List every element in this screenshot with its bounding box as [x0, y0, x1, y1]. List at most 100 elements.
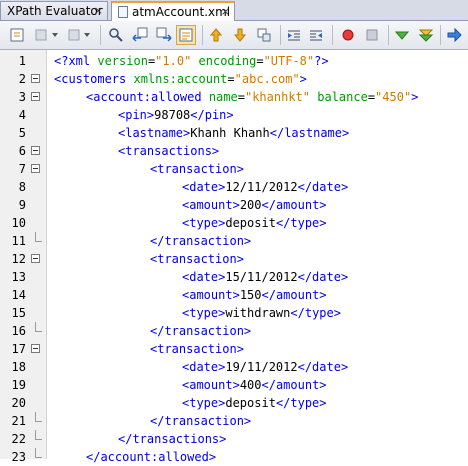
- code-line[interactable]: 14 <amount>150</amount>: [0, 286, 468, 304]
- chevron-down-icon[interactable]: [50, 25, 60, 45]
- shift-right-icon[interactable]: [306, 25, 326, 45]
- line-number: 8: [18, 180, 26, 194]
- code-text: <transaction>: [150, 162, 244, 176]
- code-text: <?xml version="1.0" encoding="UTF-8"?>: [54, 54, 329, 68]
- code-text: </transactions>: [118, 432, 227, 446]
- code-text: <type>deposit</type>: [182, 396, 327, 410]
- chevron-down-icon[interactable]: [82, 25, 92, 45]
- forward-icon[interactable]: [64, 25, 84, 45]
- fold-toggle-icon[interactable]: [31, 146, 40, 155]
- code-line[interactable]: 23 </account:allowed>: [0, 448, 468, 466]
- code-line[interactable]: 2 <customers xmlns:account="abc.com">: [0, 70, 468, 88]
- line-number: 12: [11, 252, 26, 266]
- code-line[interactable]: 4 <pin>98708</pin>: [0, 106, 468, 124]
- xml-editor[interactable]: 1 <?xml version="1.0" encoding="UTF-8"?> 2…: [0, 50, 468, 464]
- toolbar-separator: [280, 25, 281, 45]
- code-line[interactable]: 1 <?xml version="1.0" encoding="UTF-8"?>: [0, 52, 468, 70]
- check-xml-icon[interactable]: [392, 25, 412, 45]
- validate-xml-icon[interactable]: [416, 25, 436, 45]
- line-number: 16: [11, 324, 26, 338]
- tab-atmaccount-xml[interactable]: atmAccount.xml ×: [111, 1, 235, 21]
- fold-toggle-icon[interactable]: [31, 92, 40, 101]
- line-number: 20: [11, 396, 26, 410]
- line-number: 19: [11, 378, 26, 392]
- line-number: 22: [11, 432, 26, 446]
- find-icon[interactable]: [106, 25, 126, 45]
- next-bookmark-icon[interactable]: [230, 25, 250, 45]
- fold-toggle-icon[interactable]: [31, 344, 40, 353]
- code-line[interactable]: 19 <amount>400</amount>: [0, 376, 468, 394]
- code-text: <date>12/11/2012</date>: [182, 180, 349, 194]
- source-history-icon[interactable]: [8, 25, 28, 45]
- code-text: <date>15/11/2012</date>: [182, 270, 349, 284]
- code-text: <pin>98708</pin>: [118, 108, 234, 122]
- line-number: 2: [18, 72, 26, 86]
- tab-xpath-evaluator[interactable]: XPath Evaluator ×: [0, 1, 108, 20]
- close-icon[interactable]: ×: [94, 2, 103, 20]
- close-icon[interactable]: ×: [221, 3, 230, 21]
- code-text: <amount>400</amount>: [182, 378, 327, 392]
- code-line[interactable]: 6 <transactions>: [0, 142, 468, 160]
- fold-end-marker: [35, 448, 42, 458]
- code-text: <amount>200</amount>: [182, 198, 327, 212]
- code-line[interactable]: 22 </transactions>: [0, 430, 468, 448]
- code-text: <transaction>: [150, 342, 244, 356]
- toolbar-separator: [388, 25, 389, 45]
- fold-toggle-icon[interactable]: [31, 164, 40, 173]
- code-text: <lastname>Khanh Khanh</lastname>: [118, 126, 350, 140]
- fold-end-marker: [35, 430, 42, 440]
- code-line[interactable]: 7 <transaction>: [0, 160, 468, 178]
- code-line[interactable]: 3 <account:allowed name="khanhkt" balance…: [0, 88, 468, 106]
- toggle-highlight-icon[interactable]: [176, 25, 196, 45]
- fold-end-marker: [35, 412, 42, 422]
- code-line[interactable]: 11 </transaction>: [0, 232, 468, 250]
- toggle-bookmark-icon[interactable]: [254, 25, 274, 45]
- back-icon[interactable]: [32, 25, 52, 45]
- line-number: 18: [11, 360, 26, 374]
- line-number: 7: [18, 162, 26, 176]
- line-number: 5: [18, 126, 26, 140]
- code-line[interactable]: 21 </transaction>: [0, 412, 468, 430]
- find-next-icon[interactable]: [154, 25, 174, 45]
- code-text: <transactions>: [118, 144, 220, 158]
- shift-left-icon[interactable]: [284, 25, 304, 45]
- code-line[interactable]: 15 <type>withdrawn</type>: [0, 304, 468, 322]
- line-number: 10: [11, 216, 26, 230]
- code-line[interactable]: 20 <type>deposit</type>: [0, 394, 468, 412]
- code-text: </transaction>: [150, 324, 252, 338]
- line-number: 9: [18, 198, 26, 212]
- code-line[interactable]: 13 <date>15/11/2012</date>: [0, 268, 468, 286]
- code-text: <date>19/11/2012</date>: [182, 360, 349, 374]
- code-line[interactable]: 10 <type>deposit</type>: [0, 214, 468, 232]
- line-number: 14: [11, 288, 26, 302]
- line-number: 15: [11, 306, 26, 320]
- tab-label: XPath Evaluator: [7, 4, 103, 18]
- stop-macro-icon[interactable]: [362, 25, 382, 45]
- code-line[interactable]: 17 <transaction>: [0, 340, 468, 358]
- prev-bookmark-icon[interactable]: [206, 25, 226, 45]
- code-text: </transaction>: [150, 234, 252, 248]
- code-line[interactable]: 8 <date>12/11/2012</date>: [0, 178, 468, 196]
- line-number: 11: [11, 234, 26, 248]
- code-line[interactable]: 16 </transaction>: [0, 322, 468, 340]
- run-xslt-icon[interactable]: [444, 25, 464, 45]
- toolbar-separator: [202, 25, 203, 45]
- code-text: </account:allowed>: [86, 450, 217, 464]
- line-number: 13: [11, 270, 26, 284]
- code-text: <transaction>: [150, 252, 244, 266]
- toolbar-separator: [100, 25, 101, 45]
- record-macro-icon[interactable]: [338, 25, 358, 45]
- code-text: <account:allowed name="khanhkt" balance=…: [86, 90, 419, 104]
- code-line[interactable]: 12 <transaction>: [0, 250, 468, 268]
- line-number: 1: [18, 54, 26, 68]
- code-text: <customers xmlns:account="abc.com">: [54, 72, 307, 86]
- line-number: 3: [18, 90, 26, 104]
- find-previous-icon[interactable]: [130, 25, 150, 45]
- toolbar-separator: [332, 25, 333, 45]
- fold-toggle-icon[interactable]: [31, 74, 40, 83]
- code-line[interactable]: 9 <amount>200</amount>: [0, 196, 468, 214]
- tab-label: atmAccount.xml: [132, 5, 231, 19]
- fold-toggle-icon[interactable]: [31, 254, 40, 263]
- code-line[interactable]: 18 <date>19/11/2012</date>: [0, 358, 468, 376]
- code-line[interactable]: 5 <lastname>Khanh Khanh</lastname>: [0, 124, 468, 142]
